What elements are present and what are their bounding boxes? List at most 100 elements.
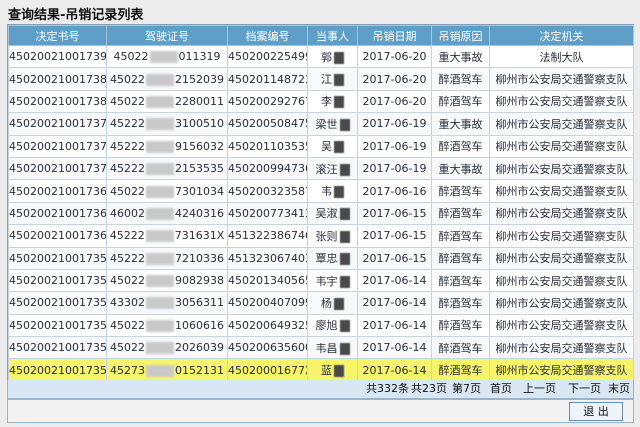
license-suffix: 011319 [178,50,221,64]
cell-revoke-date: 2017-06-15 [357,201,432,226]
license-prefix: 45222 [110,139,145,153]
column-header-archive-no[interactable]: 档案编号 [227,25,308,46]
cell-reason: 醉酒驾车 [431,89,490,114]
cell-person: 吴 [307,134,358,158]
cell-decision-no: 450200210017354 [8,291,107,315]
last-page-link[interactable]: 末页 [608,380,630,398]
redaction-mask [146,364,174,377]
cell-person: 杨 [307,291,358,315]
cell-revoke-date: 2017-06-14 [357,313,432,338]
table-row[interactable]: 450200210017351 45022 2026039 450200635600 韦… [8,336,634,360]
column-header-license-no[interactable]: 驾驶证号 [106,25,228,46]
license-suffix: 7210336 [175,251,224,265]
cell-person: 李 [307,89,358,114]
redaction-mask [334,365,344,378]
table-row[interactable]: 450200210017350 45273 0152131 450200016772 蓝… [8,358,634,382]
cell-person: 韦昌 [307,336,358,360]
cell-archive-no: 450200323587 [227,179,308,203]
total-pages: 共23页 [411,382,447,395]
cell-reason: 醉酒驾车 [431,291,490,315]
license-prefix: 45022 [113,50,149,64]
cell-authority: 柳州市公安局交通警察支队 [489,134,634,158]
total-records: 共332条 [366,382,409,395]
redaction-mask [339,208,350,221]
person-name: 张则 [315,229,338,243]
table-row[interactable]: 450200210017382 45022 2280011 450200292767 李… [8,89,634,114]
cell-authority: 柳州市公安局交通警察支队 [489,224,634,248]
table-row[interactable]: 450200210017354 43302 3056311 450200407099 杨… [8,291,634,315]
exit-button[interactable]: 退 出 [569,402,623,421]
license-suffix: 0152131 [175,363,224,377]
redaction-mask [339,320,350,333]
cell-person: 蓝 [307,358,358,382]
table-row[interactable]: 450200210017376 45222 3100510 450200508475 梁… [8,112,634,136]
cell-decision-no: 450200210017352 [8,313,107,338]
table-row[interactable]: 450200210017385 45022 2152039 450201148723 江… [8,67,634,91]
table-row[interactable]: 450200210017373 45222 2153535 450200994736 滚… [8,156,634,181]
license-prefix: 45222 [110,162,145,176]
cell-decision-no: 450200210017362 [8,201,107,226]
person-name: 韦昌 [315,341,338,355]
cell-archive-no: 450200225499 [227,44,308,69]
cell-archive-no: 450200649325 [227,313,308,338]
cell-authority: 法制大队 [489,44,634,69]
cell-license-no: 45022 9082938 [106,268,228,293]
column-header-authority[interactable]: 决定机关 [489,25,634,46]
redaction-mask [146,118,174,131]
license-suffix: 3056311 [175,296,224,310]
table-row[interactable]: 450200210017352 45022 1060616 450200649325 廖… [8,313,634,338]
license-prefix: 45022 [110,318,145,332]
redaction-mask [334,141,344,154]
column-header-decision-no[interactable]: 决定书号 [8,25,107,46]
cell-authority: 柳州市公安局交通警察支队 [489,358,634,382]
prev-page-link[interactable]: 上一页 [523,380,556,398]
cell-revoke-date: 2017-06-15 [357,246,432,270]
license-prefix: 45022 [110,94,145,108]
cell-revoke-date: 2017-06-16 [357,179,432,203]
license-prefix: 45222 [109,229,145,243]
license-suffix: 2026039 [175,341,224,355]
person-name: 蓝 [321,364,332,378]
table-row[interactable]: 450200210017361 45222 731631X 451322386746 张… [8,224,634,248]
column-header-person[interactable]: 当事人 [307,25,358,46]
license-suffix: 1060616 [175,318,224,332]
cell-reason: 醉酒驾车 [431,224,490,248]
column-header-revoke-date[interactable]: 吊销日期 [357,25,432,46]
cell-reason: 醉酒驾车 [431,134,490,158]
cell-authority: 柳州市公安局交通警察支队 [489,179,634,203]
cell-license-no: 45022 7301034 [106,179,228,203]
person-name: 覃忠 [315,252,338,266]
cell-authority: 柳州市公安局交通警察支队 [489,313,634,338]
cell-license-no: 45222 7210336 [106,246,228,270]
cell-decision-no: 450200210017382 [8,89,107,114]
person-name: 梁世 [315,117,338,131]
cell-license-no: 45022 2152039 [106,67,228,91]
license-prefix: 45273 [110,363,145,377]
table-row[interactable]: 450200210017374 45222 9156032 450201103535 吴… [8,134,634,158]
cell-authority: 柳州市公安局交通警察支队 [489,246,634,270]
license-suffix: 731631X [174,229,225,243]
table-row[interactable]: 450200210017365 45022 7301034 450200323587 韦… [8,179,634,203]
person-name: 滚汪 [315,162,338,176]
redaction-mask [339,253,350,266]
cell-reason: 重大事故 [431,112,490,136]
cell-revoke-date: 2017-06-14 [357,268,432,293]
redaction-mask [339,118,350,131]
table-row[interactable]: 450200210017362 46002 4240316 450200773413 吴… [8,201,634,226]
cell-revoke-date: 2017-06-19 [357,156,432,181]
cell-reason: 醉酒驾车 [431,313,490,338]
table-row[interactable]: 450200210017393 45022 011319 450200225499 郭 2… [8,44,634,69]
next-page-link[interactable]: 下一页 [568,380,601,398]
license-suffix: 7301034 [175,184,224,198]
cell-decision-no: 450200210017373 [8,156,107,181]
cell-archive-no: 450200407099 [227,291,308,315]
pagination-bar: 共332条 共23页 第7页 首页 上一页 下一页 末页 [7,380,634,399]
table-row[interactable]: 450200210017356 45222 7210336 451323067403 覃… [8,246,634,270]
redaction-mask [339,230,350,243]
column-header-reason[interactable]: 吊销原因 [431,25,490,46]
license-suffix: 9082938 [175,274,224,288]
first-page-link[interactable]: 首页 [490,380,512,398]
redaction-mask [339,275,350,288]
cell-person: 韦 [307,179,358,203]
table-row[interactable]: 450200210017355 45022 9082938 450201340565 韦… [8,268,634,293]
